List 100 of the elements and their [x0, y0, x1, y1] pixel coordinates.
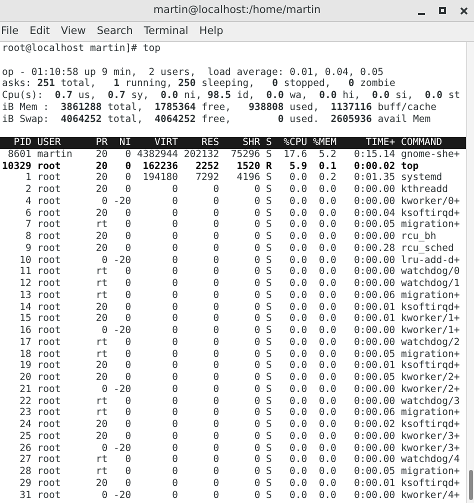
table-cell: kworker/4+	[400, 490, 460, 502]
table-cell-text: 0	[124, 242, 132, 254]
table-cell-text: 0.0	[318, 396, 336, 408]
table-cell: ksoftirqd+	[400, 419, 460, 431]
table-cell: S	[266, 208, 272, 220]
menu-item[interactable]: Help	[199, 24, 224, 40]
table-cell-text: 0	[171, 396, 178, 408]
table-cell: migration+	[400, 219, 460, 231]
column-header: COMMAND	[400, 137, 444, 149]
table-cell-text: rt	[94, 266, 108, 278]
menu-item[interactable]: File	[1, 24, 19, 40]
table-cell-text: 0	[253, 196, 260, 208]
table-cell-text: 20	[94, 184, 108, 196]
table-cell-text: 0.0	[318, 219, 336, 231]
menu-item[interactable]: View	[60, 24, 86, 40]
table-cell-text: 0:00.00	[353, 384, 396, 396]
table-cell-text: root	[37, 219, 62, 231]
table-cell-text: 0.0	[318, 290, 336, 302]
table-cell: watchdog/4	[400, 454, 460, 466]
table-cell-text: 0:00.00	[353, 184, 396, 196]
table-cell: S	[266, 325, 272, 337]
table-cell-text: 0	[171, 490, 178, 502]
table-cell-text: 20	[18, 372, 32, 384]
table-cell: -20	[113, 490, 132, 502]
table-cell-text: 0	[171, 196, 178, 208]
table-cell-text: 7292	[194, 172, 220, 184]
table-cell-text: 20	[94, 172, 108, 184]
table-cell: S	[266, 419, 272, 431]
table-cell-text: 0	[212, 348, 220, 360]
maximize-icon[interactable]	[439, 7, 446, 14]
table-cell-text: 0	[124, 184, 132, 196]
column-header: %CPU	[282, 137, 308, 149]
table-cell-text: 0	[253, 278, 260, 290]
table-cell-text: root	[37, 384, 62, 396]
table-cell-text: root	[37, 231, 62, 243]
table-cell: -20	[113, 254, 132, 266]
table-cell: S	[266, 466, 272, 478]
table-cell-text: 0.0	[318, 419, 336, 431]
table-cell: watchdog/3	[400, 396, 460, 408]
table-cell-text: root	[37, 490, 62, 502]
table-cell-text: 0	[171, 372, 178, 384]
table-cell-text: root	[37, 419, 62, 431]
menu-item[interactable]: Terminal	[144, 24, 188, 40]
table-cell-text: root	[37, 348, 62, 360]
table-cell-text: root	[37, 254, 62, 266]
table-cell-text: 5.2	[318, 148, 336, 160]
table-cell-text: 6	[24, 208, 32, 220]
table-cell-text: root	[37, 442, 62, 454]
table-cell-text: 0	[212, 254, 220, 266]
table-cell-text: 0.0	[318, 242, 336, 254]
table-cell-text: 0	[171, 348, 178, 360]
table-cell-text: 0	[212, 290, 220, 302]
menu-item[interactable]: Search	[96, 24, 133, 40]
menu-item[interactable]: Edit	[30, 24, 50, 40]
table-cell-text: root	[37, 313, 62, 325]
table-cell-text: root	[37, 302, 62, 314]
summary-line: asks: 251 total, 1 running, 250 sleeping, 0 stopped, 0 zombie	[2, 78, 396, 90]
table-cell-text: 20	[94, 160, 108, 172]
table-cell-text: 8	[24, 231, 32, 243]
table-cell-text: 0.0	[288, 430, 308, 442]
table-cell-text: 0	[253, 313, 260, 325]
table-cell-text: 0	[253, 242, 260, 254]
table-cell-text: 0.0	[288, 290, 308, 302]
table-cell-text: 0:00.05	[353, 372, 396, 384]
table-cell-text: 20	[94, 242, 108, 254]
table-cell-text: 0:00.00	[353, 231, 396, 243]
table-cell-text: 0:00.00	[353, 490, 396, 502]
table-cell-text: 0	[212, 278, 220, 290]
table-cell-text: 0	[212, 184, 220, 196]
table-cell-text: 0.0	[288, 266, 308, 278]
table-cell: watchdog/0	[400, 266, 460, 278]
table-cell: S	[266, 266, 272, 278]
table-cell-text: 0.0	[318, 336, 336, 348]
close-icon[interactable]	[460, 6, 468, 14]
table-cell-text: 0:00.01	[353, 302, 396, 314]
table-cell-text: 0.0	[318, 478, 336, 490]
table-cell: kworker/1+	[400, 325, 460, 337]
table-cell-text: 0	[100, 325, 108, 337]
table-cell-text: root	[37, 407, 62, 419]
table-cell-text: 0.0	[288, 407, 308, 419]
table-cell: S	[266, 231, 272, 243]
table-cell-text: 0:00.06	[353, 407, 396, 419]
column-header: %MEM	[312, 137, 336, 149]
scrollbar-thumb[interactable]	[468, 470, 472, 500]
table-cell-text: 15	[18, 313, 32, 325]
table-cell-text: root	[37, 290, 62, 302]
table-cell: -20	[113, 196, 132, 208]
table-cell-text: rt	[94, 278, 108, 290]
table-cell-text: 0:00.00	[353, 454, 396, 466]
table-cell-text: 0	[124, 348, 132, 360]
table-cell: S	[266, 172, 272, 184]
table-cell-text: 0.0	[288, 172, 308, 184]
table-cell: S	[266, 254, 272, 266]
table-cell-text: 0	[171, 442, 178, 454]
table-cell: -20	[113, 442, 132, 454]
table-cell-text: 0	[171, 231, 178, 243]
table-cell: -20	[113, 325, 132, 337]
table-cell-text: 0:15.14	[353, 148, 396, 160]
table-cell-text: 0:00.01	[353, 478, 396, 490]
table-cell-text: 0	[253, 454, 260, 466]
